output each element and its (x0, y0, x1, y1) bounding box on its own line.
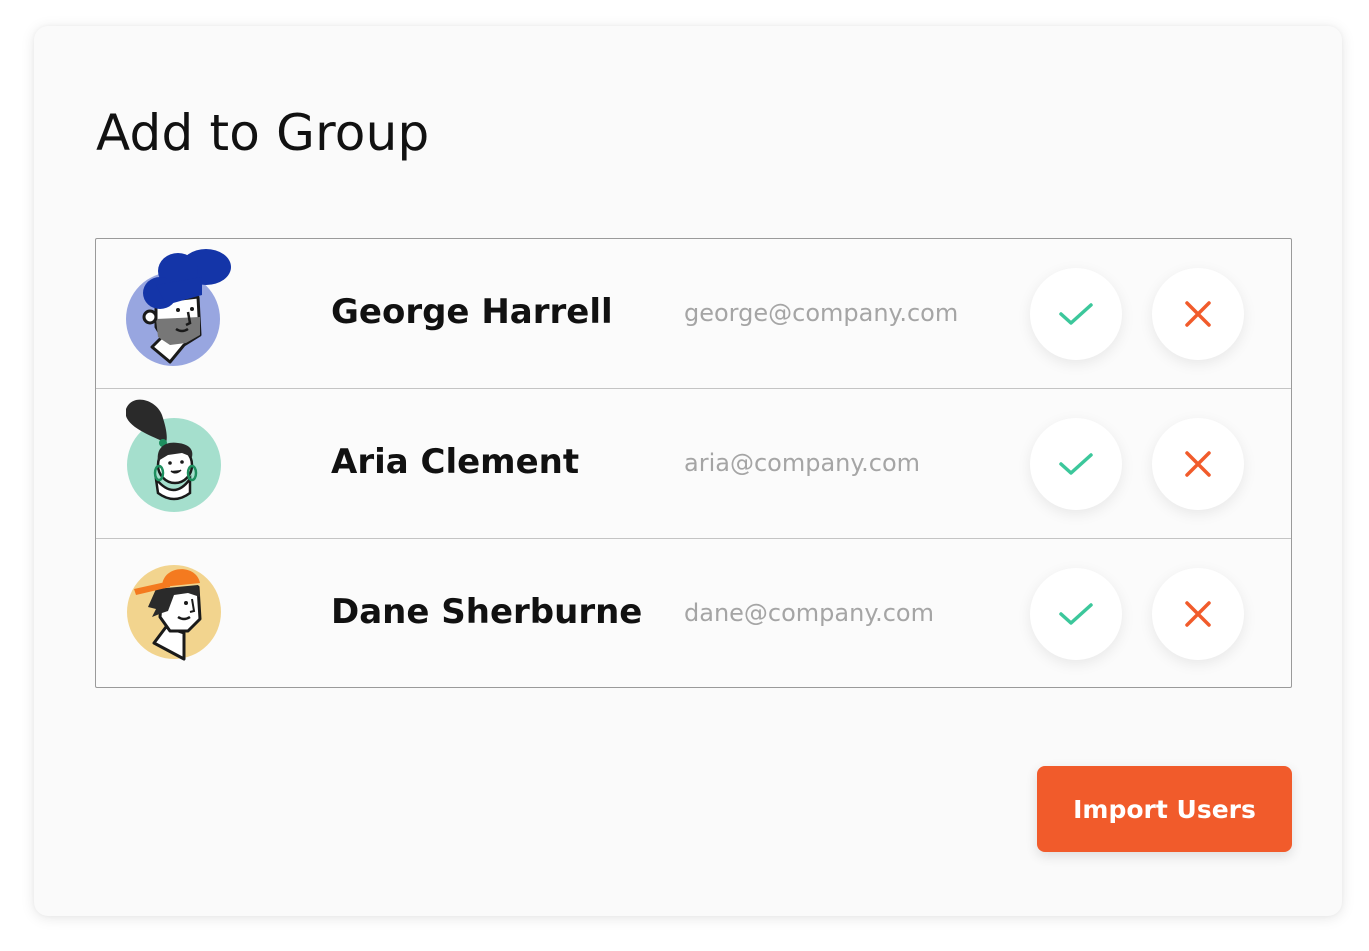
avatar-aria-icon (126, 399, 221, 512)
user-email: dane@company.com (684, 599, 934, 627)
check-icon (1059, 453, 1093, 475)
avatar-george-icon (126, 249, 231, 366)
user-row: Dane Sherburne dane@company.com (96, 539, 1291, 687)
user-name: Dane Sherburne (331, 592, 643, 632)
avatar (126, 247, 236, 377)
import-users-button[interactable]: Import Users (1037, 766, 1292, 852)
user-email: george@company.com (684, 299, 959, 327)
user-row: Aria Clement aria@company.com (96, 389, 1291, 539)
user-row: George Harrell george@company.com (96, 239, 1291, 389)
avatar (126, 547, 236, 677)
check-icon (1059, 303, 1093, 325)
user-email: aria@company.com (684, 449, 921, 477)
accept-button[interactable] (1030, 418, 1122, 510)
accept-button[interactable] (1030, 568, 1122, 660)
add-to-group-dialog: Add to Group George Harrell george@compa… (34, 26, 1342, 916)
accept-button[interactable] (1030, 268, 1122, 360)
reject-button[interactable] (1152, 418, 1244, 510)
avatar (126, 397, 236, 527)
dialog-title: Add to Group (96, 104, 430, 162)
avatar-dane-icon (127, 565, 221, 661)
reject-button[interactable] (1152, 568, 1244, 660)
close-icon (1185, 451, 1211, 477)
check-icon (1059, 603, 1093, 625)
user-name: George Harrell (331, 292, 613, 332)
user-name: Aria Clement (331, 442, 580, 482)
close-icon (1185, 601, 1211, 627)
user-list: George Harrell george@company.com Aria C… (95, 238, 1292, 688)
close-icon (1185, 301, 1211, 327)
reject-button[interactable] (1152, 268, 1244, 360)
